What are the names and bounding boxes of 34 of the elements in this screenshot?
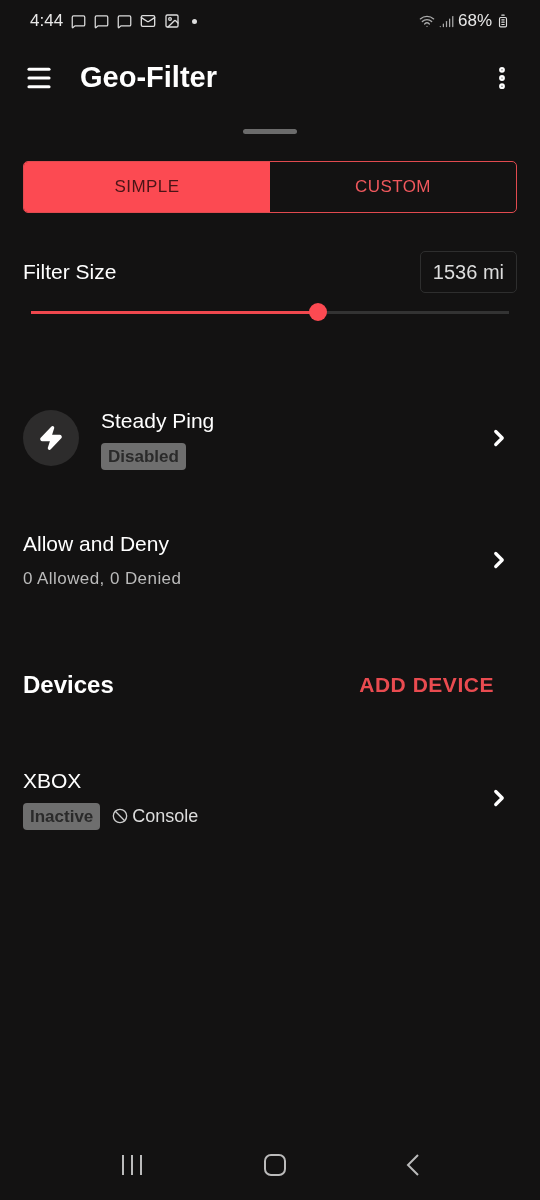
filter-size-label: Filter Size <box>23 259 117 286</box>
device-type: Console <box>132 804 199 828</box>
home-icon[interactable] <box>263 1153 287 1177</box>
chat-icon <box>117 13 133 29</box>
recent-apps-icon[interactable] <box>119 1154 144 1176</box>
settings-row[interactable]: Allow and Deny 0 Allowed, 0 Denied <box>0 528 540 591</box>
device-name: XBOX <box>23 768 83 794</box>
setting-title: Allow and Deny <box>23 531 170 557</box>
wifi-icon <box>418 13 435 29</box>
settings-row[interactable]: Steady Ping Disabled <box>0 405 540 470</box>
filter-size-slider[interactable] <box>31 303 509 321</box>
device-row[interactable]: XBOX Inactive Console <box>0 765 540 830</box>
status-badge: Disabled <box>101 442 186 470</box>
setting-title: Steady Ping <box>101 408 216 434</box>
chat-icon <box>71 13 87 29</box>
filter-size-value: 1536 mi <box>419 251 517 293</box>
mail-icon <box>140 13 157 29</box>
setting-subtitle: 0 Allowed, 0 Denied <box>23 567 183 590</box>
devices-heading: Devices <box>23 670 114 700</box>
slider-thumb[interactable] <box>308 303 327 321</box>
mode-tab[interactable]: SIMPLE <box>24 162 270 212</box>
drag-handle[interactable] <box>243 129 297 134</box>
back-icon[interactable] <box>406 1153 421 1177</box>
battery-icon <box>496 14 510 28</box>
signal-icon <box>438 13 454 29</box>
status-badge: Inactive <box>23 802 101 830</box>
no-entry-icon <box>112 808 129 825</box>
mode-tab[interactable]: CUSTOM <box>270 162 516 212</box>
image-icon <box>164 13 181 29</box>
battery-percent: 68% <box>457 10 492 33</box>
status-time: 4:44 <box>30 10 64 33</box>
chat-icon <box>94 13 110 29</box>
add-device-button[interactable]: ADD DEVICE <box>359 669 494 701</box>
app-title: Geo-Filter <box>80 60 217 96</box>
